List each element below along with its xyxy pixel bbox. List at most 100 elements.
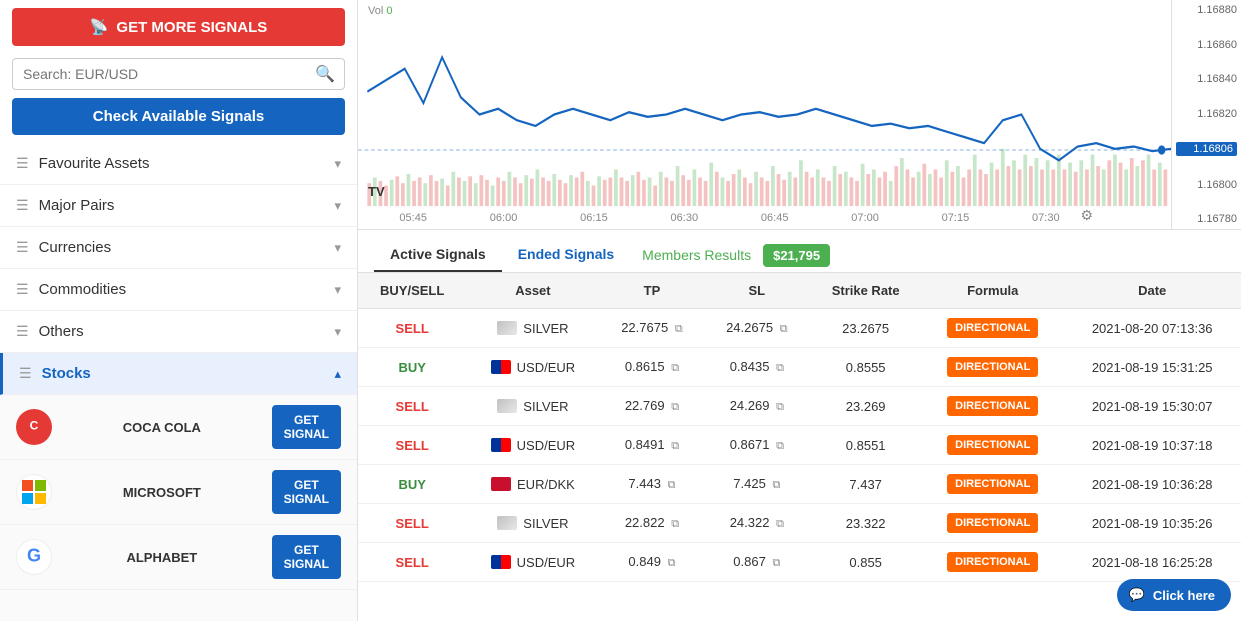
directional-button[interactable]: DIRECTIONAL <box>947 357 1038 377</box>
copy-icon[interactable]: ⧉ <box>671 401 679 413</box>
copy-icon[interactable]: ⧉ <box>776 440 784 452</box>
directional-button[interactable]: DIRECTIONAL <box>947 396 1038 416</box>
copy-icon[interactable]: ⧉ <box>772 557 780 569</box>
directional-button[interactable]: DIRECTIONAL <box>947 513 1038 533</box>
signal-icon: 📡 <box>90 18 109 36</box>
alphabet-logo: G <box>16 539 52 575</box>
tab-members-results[interactable]: Members Results <box>630 239 763 271</box>
search-input[interactable] <box>12 58 345 90</box>
cell-formula: DIRECTIONAL <box>922 465 1063 504</box>
sidebar-item-favourite[interactable]: ☰ Favourite Assets ▾ <box>0 143 357 185</box>
alphabet-get-signal-button[interactable]: GETSIGNAL <box>272 535 341 579</box>
col-header-sl: SL <box>704 273 809 309</box>
get-more-signals-label: GET MORE SIGNALS <box>116 19 267 36</box>
signals-table-container: BUY/SELL Asset TP SL Strike Rate Formula… <box>358 273 1241 621</box>
chat-btn-label: Click here <box>1153 588 1215 603</box>
sidebar-item-others[interactable]: ☰ Others ▾ <box>0 311 357 353</box>
get-more-signals-button[interactable]: 📡 GET MORE SIGNALS <box>12 8 345 46</box>
list-icon: ☰ <box>19 365 32 382</box>
cell-asset: SILVER <box>466 387 599 426</box>
usdeur-flag-icon <box>491 438 511 452</box>
copy-icon[interactable]: ⧉ <box>671 362 679 374</box>
silver-icon <box>497 399 517 413</box>
cell-date: 2021-08-18 16:25:28 <box>1063 543 1241 582</box>
cell-formula: DIRECTIONAL <box>922 426 1063 465</box>
copy-icon[interactable]: ⧉ <box>776 401 784 413</box>
list-icon: ☰ <box>16 239 29 256</box>
sidebar-item-label: Commodities <box>39 281 127 298</box>
cell-tp: 22.7675 ⧉ <box>600 309 705 348</box>
tab-ended-signals[interactable]: Ended Signals <box>502 238 630 272</box>
copy-icon[interactable]: ⧉ <box>780 323 788 335</box>
chevron-down-icon: ▾ <box>334 324 341 340</box>
cell-strike: 23.269 <box>809 387 922 426</box>
cell-strike: 0.8555 <box>809 348 922 387</box>
cell-sl: 7.425 ⧉ <box>704 465 809 504</box>
coca-cola-logo: C <box>16 409 52 445</box>
microsoft-get-signal-button[interactable]: GETSIGNAL <box>272 470 341 514</box>
price-level: 1.16820 <box>1176 108 1237 120</box>
chevron-down-icon: ▾ <box>334 156 341 172</box>
price-level: 1.16800 <box>1176 179 1237 191</box>
cell-date: 2021-08-20 07:13:36 <box>1063 309 1241 348</box>
tab-active-signals[interactable]: Active Signals <box>374 238 502 272</box>
list-item: G ALPHABET GETSIGNAL <box>0 525 357 590</box>
table-row: SELL SILVER 22.769 ⧉ 24.269 ⧉ 23.269 DIR… <box>358 387 1241 426</box>
col-header-strike: Strike Rate <box>809 273 922 309</box>
chevron-down-icon: ▾ <box>334 282 341 298</box>
sidebar-item-major[interactable]: ☰ Major Pairs ▾ <box>0 185 357 227</box>
sidebar-item-label: Favourite Assets <box>39 155 150 172</box>
chat-button[interactable]: 💬 Click here <box>1117 579 1231 611</box>
cell-asset: EUR/DKK <box>466 465 599 504</box>
sidebar-item-label: Others <box>39 323 84 340</box>
cell-formula: DIRECTIONAL <box>922 387 1063 426</box>
copy-icon[interactable]: ⧉ <box>772 479 780 491</box>
price-axis: 1.16880 1.16860 1.16840 1.16820 1.16806 … <box>1171 0 1241 229</box>
copy-icon[interactable]: ⧉ <box>776 362 784 374</box>
copy-icon[interactable]: ⧉ <box>671 440 679 452</box>
chart-settings-icon[interactable]: ⚙ <box>1080 207 1093 224</box>
copy-icon[interactable]: ⧉ <box>675 323 683 335</box>
sidebar-item-stocks[interactable]: ☰ Stocks ▴ <box>0 353 357 395</box>
sidebar-item-currencies[interactable]: ☰ Currencies ▾ <box>0 227 357 269</box>
cell-date: 2021-08-19 15:30:07 <box>1063 387 1241 426</box>
cell-strike: 7.437 <box>809 465 922 504</box>
time-label: 07:00 <box>851 212 879 224</box>
current-price-label: 1.16806 <box>1176 142 1237 156</box>
list-icon: ☰ <box>16 155 29 172</box>
price-chart <box>358 0 1171 229</box>
table-row: SELL USD/EUR 0.849 ⧉ 0.867 ⧉ 0.855 DIREC… <box>358 543 1241 582</box>
table-header-row: BUY/SELL Asset TP SL Strike Rate Formula… <box>358 273 1241 309</box>
cell-asset: USD/EUR <box>466 426 599 465</box>
copy-icon[interactable]: ⧉ <box>671 518 679 530</box>
directional-button[interactable]: DIRECTIONAL <box>947 552 1038 572</box>
time-axis: 05:45 06:00 06:15 06:30 06:45 07:00 07:1… <box>358 212 1101 224</box>
directional-button[interactable]: DIRECTIONAL <box>947 435 1038 455</box>
check-signals-label: Check Available Signals <box>93 108 264 125</box>
stock-name: COCA COLA <box>62 420 262 435</box>
cell-asset: USD/EUR <box>466 348 599 387</box>
cell-action: SELL <box>358 426 466 465</box>
coca-cola-get-signal-button[interactable]: GETSIGNAL <box>272 405 341 449</box>
directional-button[interactable]: DIRECTIONAL <box>947 318 1038 338</box>
cell-action: SELL <box>358 504 466 543</box>
cell-date: 2021-08-19 15:31:25 <box>1063 348 1241 387</box>
svg-text:G: G <box>27 546 41 566</box>
table-row: BUY EUR/DKK 7.443 ⧉ 7.425 ⧉ 7.437 DIRECT… <box>358 465 1241 504</box>
copy-icon[interactable]: ⧉ <box>776 518 784 530</box>
list-item: MICROSOFT GETSIGNAL <box>0 460 357 525</box>
directional-button[interactable]: DIRECTIONAL <box>947 474 1038 494</box>
copy-icon[interactable]: ⧉ <box>668 557 676 569</box>
members-amount-badge: $21,795 <box>763 244 830 267</box>
time-label: 06:45 <box>761 212 789 224</box>
sidebar-item-commodities[interactable]: ☰ Commodities ▾ <box>0 269 357 311</box>
cell-asset: SILVER <box>466 504 599 543</box>
cell-tp: 0.8615 ⧉ <box>600 348 705 387</box>
copy-icon[interactable]: ⧉ <box>668 479 676 491</box>
sidebar-item-label: Currencies <box>39 239 112 256</box>
check-signals-button[interactable]: Check Available Signals <box>12 98 345 135</box>
price-level: 1.16840 <box>1176 73 1237 85</box>
table-row: SELL USD/EUR 0.8491 ⧉ 0.8671 ⧉ 0.8551 DI… <box>358 426 1241 465</box>
col-header-tp: TP <box>600 273 705 309</box>
cell-asset: USD/EUR <box>466 543 599 582</box>
